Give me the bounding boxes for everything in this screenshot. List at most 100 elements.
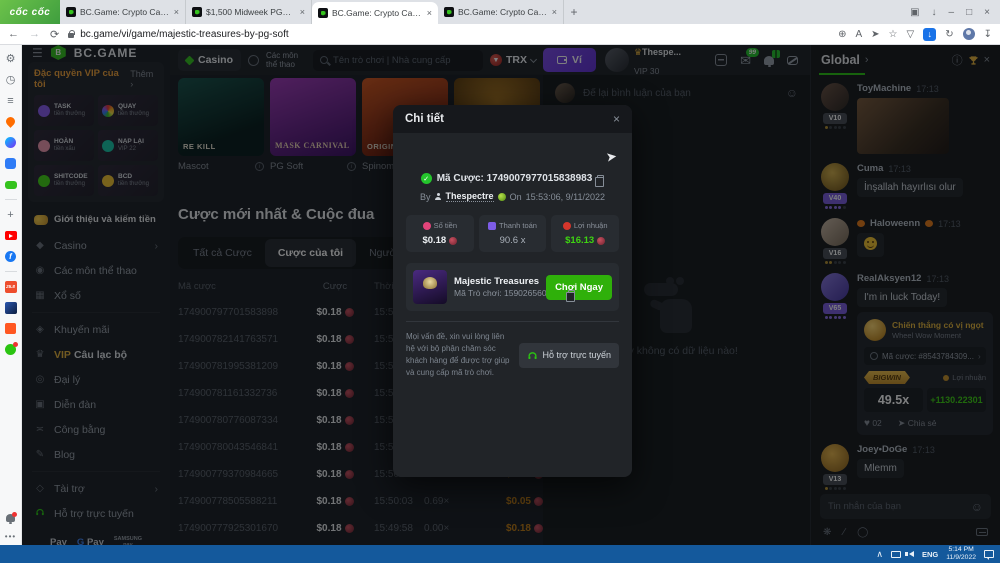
chat-input-box[interactable]: ☺ [820,494,991,519]
history-clock-icon[interactable]: ◷ [4,73,17,86]
sidebar-item-promotions[interactable]: ◈Khuyến mãi [22,317,170,342]
tab-close-icon[interactable]: × [174,7,179,17]
chat-username[interactable]: Cuma [857,163,883,174]
youtube-icon[interactable] [4,229,17,242]
messenger-icon[interactable] [4,136,17,149]
like-button[interactable]: ♥ 02 [864,418,882,429]
add-shortcut-icon[interactable]: + [4,208,17,221]
chat-image-attachment[interactable] [857,98,949,154]
chat-rules-icon[interactable]: ◯ [857,527,868,538]
url-text[interactable]: bc.game/vi/game/majestic-treasures-by-pg… [80,29,288,40]
reload-icon[interactable]: ⟳ [50,28,59,41]
avatar[interactable] [821,218,849,246]
chat-username[interactable]: Haloweenn [870,218,920,229]
chat-toggle-icon[interactable] [787,56,798,65]
tab-all-bets[interactable]: Tất cả Cược [180,239,265,267]
url-box[interactable]: bc.game/vi/game/majestic-treasures-by-pg… [68,27,829,42]
comment-bar[interactable]: ☺ [543,75,810,109]
vip-tile-reload[interactable]: NẠP LẠIVIP 22 [98,130,158,161]
info-icon[interactable] [255,162,264,171]
game-search-input[interactable] [333,55,476,66]
chat-close-icon[interactable]: × [984,54,990,66]
browser-tab-1[interactable]: BC.Game: Crypto Casino Gan × [60,0,186,24]
game-banner-re-kill[interactable]: RE KILL [178,78,264,156]
sidebar-item-live-support[interactable]: Hỗ trợ trực tuyến [22,501,170,526]
chat-username[interactable]: Joey•DoGe [857,444,907,455]
avatar[interactable] [821,444,849,472]
network-icon[interactable] [891,551,901,558]
currency-selector[interactable]: ▼ TRX [490,54,536,66]
games-gamepad-icon[interactable] [4,178,17,191]
sidebar-item-casino[interactable]: ◆Casino› [22,233,170,258]
notes-app-icon[interactable] [4,157,17,170]
modal-close-icon[interactable]: × [613,112,620,126]
game-search-box[interactable] [313,50,483,71]
nav-sports-button[interactable]: Các môn thể thao [266,51,306,69]
game-banner-mask-carnival[interactable]: MASK CARNIVAL [270,78,356,156]
sidebar-item-blog[interactable]: ✎Blog [22,442,170,467]
back-icon[interactable]: ← [8,28,19,41]
bookmark-star-icon[interactable]: ☆ [889,29,898,40]
chat-room-tab[interactable]: Global [821,53,860,67]
forward-icon[interactable]: → [29,28,40,41]
vip-perks-more-link[interactable]: Thêm › [130,69,158,89]
table-row[interactable]: 174900777925301670$0.1815:49:580.00×$0.1… [178,515,543,542]
sidebar-item-vip-club[interactable]: ♛VIPCâu lạc bộ [22,342,170,367]
downloads-tray-icon[interactable]: ↧ [984,29,992,40]
chat-message-input[interactable] [828,501,965,512]
share-arrow-icon[interactable]: ➤ [605,148,618,165]
hot-flame-icon[interactable] [4,115,17,128]
provider-pg-soft[interactable]: PG Soft [270,161,356,172]
keyboard-language[interactable]: ENG [922,550,938,559]
chat-username[interactable]: ToyMachine [857,83,911,94]
copy-icon[interactable] [568,290,575,298]
quests-icon[interactable] [715,54,727,66]
clock[interactable]: 5:14 PM11/9/2022 [946,546,976,563]
avatar[interactable] [821,83,849,111]
chat-commands-icon[interactable]: ∕ [843,527,845,538]
info-icon[interactable] [347,162,356,171]
win-share-card[interactable]: Chiến thắng có vị ngọt ngào! Wheel Wow M… [857,312,993,435]
sidebar-item-fairness[interactable]: ≍Công bằng [22,417,170,442]
sync-icon[interactable]: ↻ [945,29,953,40]
trophy-icon[interactable] [968,55,979,66]
game-shortcut-icon[interactable] [4,301,17,314]
tab-my-bets[interactable]: Cược của tôi [265,239,356,267]
emoji-smiley-icon[interactable]: ☺ [971,500,983,514]
tab-close-icon[interactable]: × [427,8,432,18]
vip-tile-task[interactable]: TASKtiền thưởng [34,95,94,126]
maximize-button[interactable]: □ [966,7,972,18]
green-app-icon[interactable] [4,343,17,356]
adblock-shield-icon[interactable]: ▽ [907,29,915,40]
vip-tile-bcd[interactable]: BCDtiền thưởng [98,165,158,196]
bcgame-logo-text[interactable]: BC.GAME [74,46,138,60]
settings-gear-icon[interactable]: ⚙ [4,52,17,65]
new-tab-button[interactable]: + [564,0,584,24]
sidebar-item-sponsorship[interactable]: ◇Tài trợ› [22,476,170,501]
hamburger-menu-icon[interactable]: ☰ [32,46,43,60]
provider-mascot[interactable]: Mascot [178,161,264,172]
mail-icon[interactable]: ✉99 [740,54,751,67]
facebook-icon[interactable]: f [4,250,17,263]
share-button[interactable]: ➤ Chia sẻ [898,418,937,429]
chat-username[interactable]: RealAksyen12 [857,273,921,284]
notifications-bell-icon[interactable] [4,511,17,524]
share-icon[interactable]: ➤ [871,29,879,40]
tab-arrow-icon[interactable]: ↓ [932,7,937,18]
browser-tab-2[interactable]: $1,500 Midweek PGSoft Mult × [186,0,312,24]
vip-tile-shitcode[interactable]: SHITCODEtiền thưởng [34,165,94,196]
win-card-bet-id[interactable]: Mã cược: #8543784309...› [864,347,986,365]
sidebar-item-lottery[interactable]: ▦Xổ số [22,283,170,308]
download-active-icon[interactable]: ↓ [923,28,936,41]
comment-input[interactable] [583,88,778,99]
tab-close-icon[interactable]: × [552,7,557,17]
bcgame-logo-icon[interactable]: B [51,45,66,60]
volume-icon[interactable] [909,551,914,557]
sidebar-item-agent[interactable]: ◎Đại lý [22,367,170,392]
sidebar-item-forum[interactable]: ▣Diễn đàn [22,392,170,417]
table-row[interactable]: 174900778505588211$0.1815:50:030.69×$0.0… [178,488,543,515]
sidebar-item-sports[interactable]: ◉Các môn thể thao [22,258,170,283]
vip-tile-spin[interactable]: QUAYtiền thưởng [98,95,158,126]
coccoc-logo[interactable]: cốc cốc [0,0,60,24]
action-center-icon[interactable] [984,550,994,558]
